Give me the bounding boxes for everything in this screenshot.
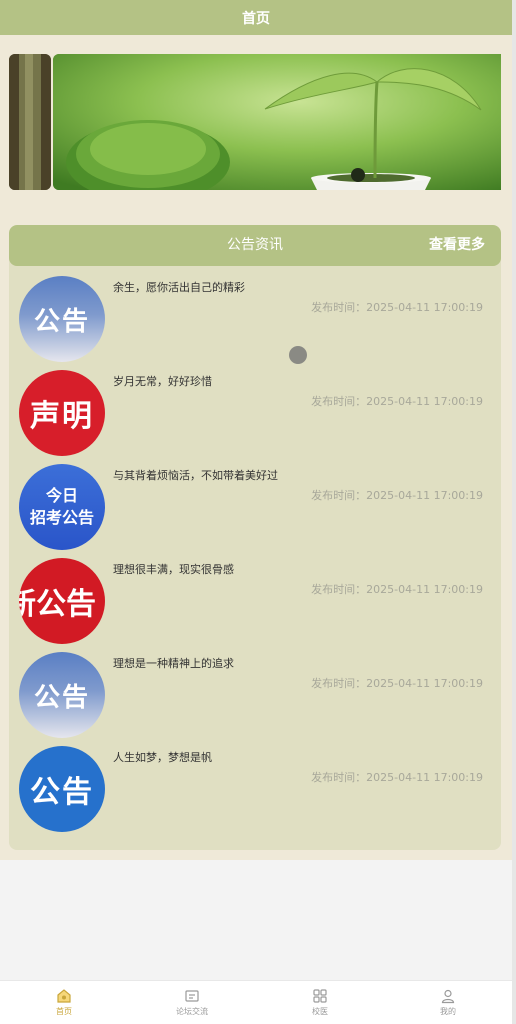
- time-value: 2025-04-11 17:00:19: [366, 395, 483, 408]
- notice-time: 发布时间：2025-04-11 17:00:19: [311, 487, 483, 503]
- notice-item[interactable]: 新公告 理想很丰满，现实很骨感 发布时间：2025-04-11 17:00:19: [9, 558, 501, 652]
- grid-icon: [313, 989, 327, 1003]
- notice-text: 余生，愿你活出自己的精彩: [113, 281, 245, 294]
- thumbnail-label: 公告: [30, 775, 94, 810]
- page-title: 首页: [242, 10, 270, 27]
- notice-item[interactable]: 今日 招考公告 与其背着烦恼活，不如带着美好过 发布时间：2025-04-11 …: [9, 464, 501, 558]
- notice-time: 发布时间：2025-04-11 17:00:19: [311, 675, 483, 691]
- notice-thumbnail: 公告: [19, 652, 105, 738]
- tab-label: 论坛交流: [176, 1007, 208, 1016]
- notice-title: 公告资讯: [227, 237, 283, 253]
- forum-icon: [185, 990, 199, 1002]
- thumbnail-label-line2: 招考公告: [29, 508, 94, 527]
- notice-thumbnail: 今日 招考公告: [19, 464, 105, 550]
- notice-text: 理想是一种精神上的追求: [113, 657, 234, 670]
- banner-previous-image: [9, 54, 51, 190]
- time-value: 2025-04-11 17:00:19: [366, 301, 483, 314]
- tab-forum[interactable]: 论坛交流: [128, 981, 256, 1024]
- notice-time: 发布时间：2025-04-11 17:00:19: [311, 393, 483, 409]
- notice-text: 岁月无常，好好珍惜: [113, 375, 212, 388]
- notice-item[interactable]: 公告 人生如梦，梦想是帆 发布时间：2025-04-11 17:00:19: [9, 746, 501, 840]
- tab-profile[interactable]: 我的: [384, 981, 512, 1024]
- notice-time: 发布时间：2025-04-11 17:00:19: [311, 581, 483, 597]
- time-value: 2025-04-11 17:00:19: [366, 771, 483, 784]
- notice-item[interactable]: 公告 余生，愿你活出自己的精彩 发布时间：2025-04-11 17:00:19: [9, 276, 501, 370]
- time-label: 发布时间：: [311, 489, 367, 502]
- notice-time: 发布时间：2025-04-11 17:00:19: [311, 769, 483, 785]
- thumbnail-label: 公告: [33, 682, 90, 713]
- notice-thumbnail: 新公告: [19, 558, 105, 644]
- tab-label: 首页: [56, 1007, 72, 1016]
- tab-label: 校医: [312, 1007, 328, 1016]
- notice-thumbnail: 公告: [19, 276, 105, 362]
- time-value: 2025-04-11 17:00:19: [366, 489, 483, 502]
- notice-header: 公告资讯 查看更多: [9, 225, 501, 266]
- tab-bar: 首页 论坛交流 校医 我的: [0, 980, 512, 1024]
- user-icon: [441, 989, 455, 1004]
- nav-header: 首页: [0, 0, 512, 35]
- banner-slide-current[interactable]: [53, 54, 501, 190]
- thumbnail-label: 新公告: [19, 587, 96, 622]
- notice-text: 理想很丰满，现实很骨感: [113, 563, 234, 576]
- time-label: 发布时间：: [311, 583, 367, 596]
- scrollbar[interactable]: [512, 0, 516, 1024]
- notice-panel: 公告资讯 查看更多 公告 余生，愿你活出自己的精彩 发布时间：2025-04-1…: [9, 225, 501, 850]
- time-value: 2025-04-11 17:00:19: [366, 677, 483, 690]
- thumbnail-label-line1: 今日: [45, 486, 78, 505]
- notice-text: 与其背着烦恼活，不如带着美好过: [113, 469, 278, 482]
- notice-text: 人生如梦，梦想是帆: [113, 751, 212, 764]
- home-icon: [57, 989, 71, 1003]
- touch-indicator: [289, 346, 307, 364]
- tab-label: 我的: [440, 1007, 456, 1016]
- page: 首页 公告资讯 查看更多 公告 余生，愿你活出自己的精彩 发布时间：2025-0…: [0, 0, 512, 1024]
- view-more-link[interactable]: 查看更多: [429, 225, 485, 266]
- thumbnail-label: 声明: [30, 399, 94, 434]
- time-label: 发布时间：: [311, 301, 367, 314]
- banner-slide-previous[interactable]: [9, 54, 51, 190]
- tab-clinic[interactable]: 校医: [256, 981, 384, 1024]
- time-label: 发布时间：: [311, 677, 367, 690]
- time-value: 2025-04-11 17:00:19: [366, 583, 483, 596]
- tab-home[interactable]: 首页: [0, 981, 128, 1024]
- time-label: 发布时间：: [311, 395, 367, 408]
- notice-thumbnail: 公告: [19, 746, 105, 832]
- notice-item[interactable]: 声明 岁月无常，好好珍惜 发布时间：2025-04-11 17:00:19: [9, 370, 501, 464]
- thumbnail-label: 公告: [33, 306, 90, 337]
- banner-plant-image: [53, 54, 501, 190]
- notice-item[interactable]: 公告 理想是一种精神上的追求 发布时间：2025-04-11 17:00:19: [9, 652, 501, 746]
- notice-thumbnail: 声明: [19, 370, 105, 456]
- time-label: 发布时间：: [311, 771, 367, 784]
- notice-time: 发布时间：2025-04-11 17:00:19: [311, 299, 483, 315]
